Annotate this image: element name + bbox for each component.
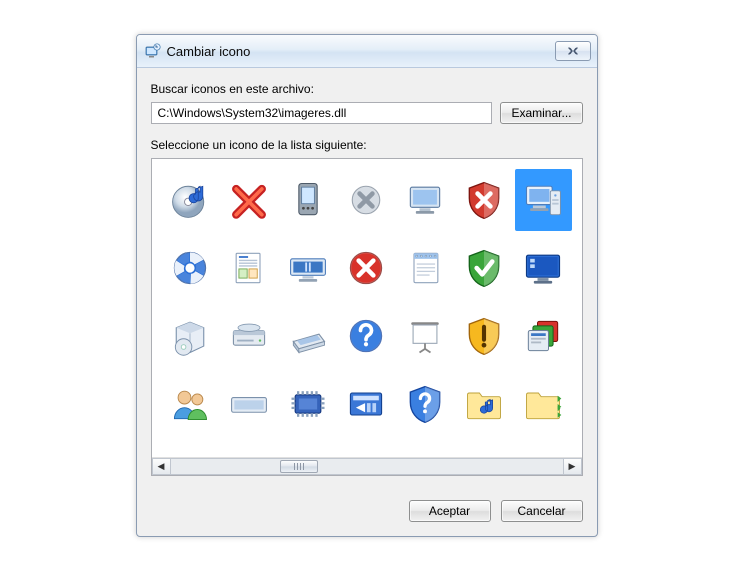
blue-segment-disc-icon[interactable] (162, 237, 219, 299)
disk-drive-icon[interactable] (220, 305, 277, 367)
ok-button[interactable]: Aceptar (409, 500, 491, 522)
red-x-icon[interactable] (220, 169, 277, 231)
programs-stack-icon[interactable] (515, 305, 572, 367)
memory-chip-icon[interactable] (279, 373, 336, 435)
dialog-body: Buscar iconos en este archivo: Examinar.… (137, 68, 597, 486)
icon-grid[interactable] (162, 169, 572, 451)
scroll-right-button[interactable]: ▶ (563, 458, 582, 475)
shield-red-x-icon[interactable] (456, 169, 513, 231)
scroll-thumb[interactable] (280, 460, 318, 473)
change-icon-dialog: Cambiar icono Buscar iconos en este arch… (136, 34, 598, 537)
error-red-circle-icon[interactable] (338, 237, 395, 299)
gray-x-icon[interactable] (338, 169, 395, 231)
desktop-blue-icon[interactable] (515, 237, 572, 299)
select-label: Seleccione un icono de la lista siguient… (151, 138, 583, 152)
shield-green-check-icon[interactable] (456, 237, 513, 299)
browse-button[interactable]: Examinar... (500, 102, 582, 124)
run-dialog-icon[interactable] (338, 373, 395, 435)
projector-screen-icon[interactable] (397, 305, 454, 367)
icon-file-path-input[interactable] (151, 102, 493, 124)
app-icon (145, 43, 161, 59)
window-title: Cambiar icono (167, 44, 555, 59)
scroll-track[interactable] (171, 458, 563, 475)
music-folder-icon[interactable] (456, 373, 513, 435)
shield-warning-icon[interactable] (456, 305, 513, 367)
notepad-icon[interactable] (397, 237, 454, 299)
folder-arrow-icon[interactable] (515, 373, 572, 435)
titlebar[interactable]: Cambiar icono (137, 35, 597, 68)
computer-icon[interactable] (515, 169, 572, 231)
scanner-icon[interactable] (279, 305, 336, 367)
document-preview-icon[interactable] (220, 237, 277, 299)
horizontal-scrollbar[interactable]: ◀ ▶ (152, 457, 582, 475)
panel-wide-icon[interactable] (220, 373, 277, 435)
close-icon (566, 46, 580, 56)
users-group-icon[interactable] (162, 373, 219, 435)
search-label: Buscar iconos en este archivo: (151, 82, 583, 96)
cancel-button[interactable]: Cancelar (501, 500, 583, 522)
dialog-footer: Aceptar Cancelar (137, 486, 597, 536)
pda-device-icon[interactable] (279, 169, 336, 231)
icon-list-panel: ◀ ▶ (151, 158, 583, 476)
scroll-left-button[interactable]: ◀ (152, 458, 171, 475)
widescreen-icon[interactable] (279, 237, 336, 299)
help-question-icon[interactable] (338, 305, 395, 367)
music-disc-icon[interactable] (162, 169, 219, 231)
monitor-icon[interactable] (397, 169, 454, 231)
software-box-icon[interactable] (162, 305, 219, 367)
close-button[interactable] (555, 41, 591, 61)
shield-question-icon[interactable] (397, 373, 454, 435)
